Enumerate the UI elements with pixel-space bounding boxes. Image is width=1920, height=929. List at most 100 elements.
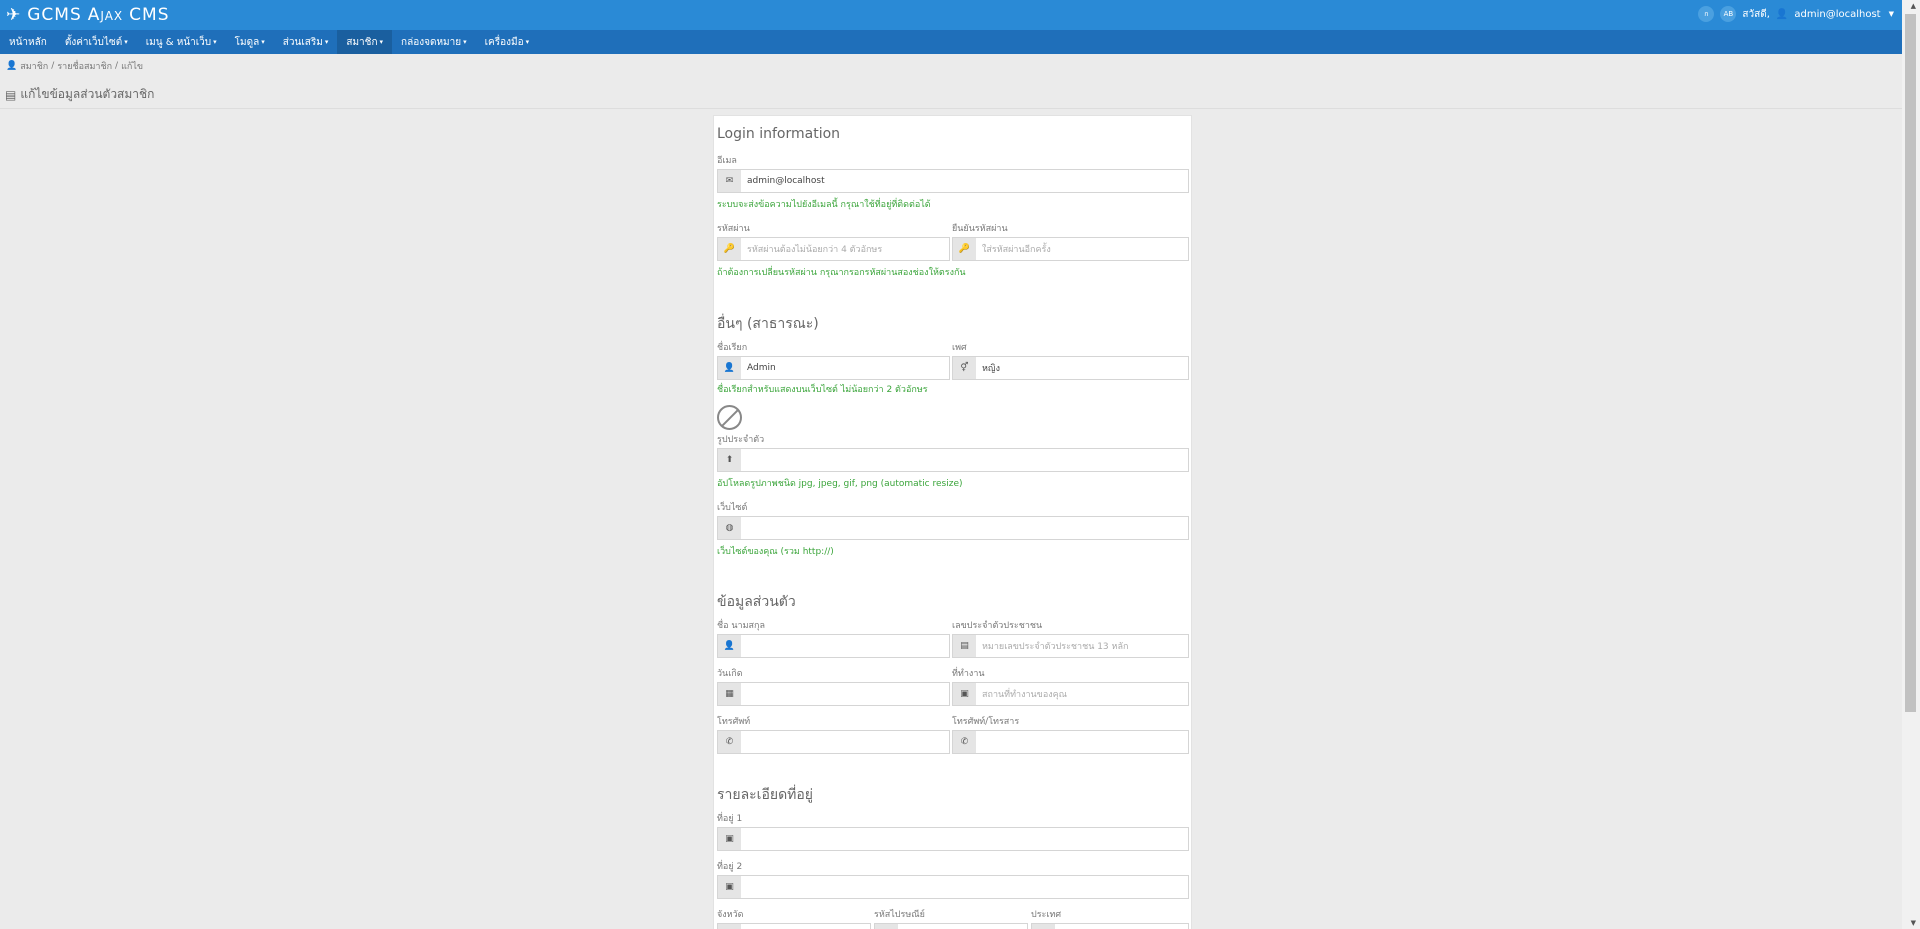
website-label: เว็บไซต์ xyxy=(717,503,748,513)
country-label: ประเทศ xyxy=(1031,910,1062,920)
upload-icon: ⬆ xyxy=(718,449,741,471)
nav-item-settings[interactable]: ตั้งค่าเว็บไซต์ ▾ xyxy=(56,30,137,54)
calendar-icon: ▦ xyxy=(718,683,741,705)
building-icon: ▣ xyxy=(718,828,741,850)
breadcrumb-edit: แก้ไข xyxy=(121,62,144,72)
mail-icon: ✉ xyxy=(875,924,898,929)
sex-select[interactable]: ⚥ หญิง xyxy=(952,356,1189,380)
top-right-menu: ก AB สวัสดี, 👤 admin@localhost ▼ xyxy=(1698,6,1894,22)
brand-name-prefix: GCMS xyxy=(27,5,82,25)
user-icon: 👤 xyxy=(718,635,741,657)
section-public-title: อื่นๆ (สาธารณะ) xyxy=(717,316,819,332)
fax-field[interactable]: ✆ xyxy=(952,730,1189,754)
user-icon: 👤 xyxy=(1775,8,1789,20)
envelope-icon: ✉ xyxy=(718,170,741,192)
member-form: Login information อีเมล ✉ admin@localhos… xyxy=(713,115,1192,929)
avatar-help: อัปโหลดรูปภาพชนิด jpg, jpeg, gif, png (a… xyxy=(717,479,963,489)
address1-label: ที่อยู่ 1 xyxy=(717,814,743,824)
section-address-title: รายละเอียดที่อยู่ xyxy=(717,787,814,803)
password-field[interactable]: 🔑 รหัสผ่านต้องไม่น้อยกว่า 4 ตัวอักษร xyxy=(717,237,950,261)
scrollbar-thumb[interactable] xyxy=(1905,14,1916,712)
breadcrumb: 👤 สมาชิก / รายชื่อสมาชิก / แก้ไข xyxy=(6,59,144,73)
breadcrumb-members[interactable]: สมาชิก xyxy=(20,59,48,73)
globe-icon: ◍ xyxy=(1032,924,1055,929)
address2-label: ที่อยู่ 2 xyxy=(717,862,743,872)
brand-logo[interactable]: ✈ GCMS Ajax CMS xyxy=(6,5,170,25)
repassword-placeholder: ใส่รหัสผ่านอีกครั้ง xyxy=(982,245,1051,255)
displayname-label: ชื่อเรียก xyxy=(717,343,748,353)
user-icon: 👤 xyxy=(718,357,741,379)
idcard-label: เลขประจำตัวประชาชน xyxy=(952,621,1043,631)
scroll-up-arrow[interactable]: ▲ xyxy=(1911,2,1916,10)
province-field[interactable]: ▣ xyxy=(717,923,871,929)
card-icon: ▤ xyxy=(953,635,976,657)
key-icon: 🔑 xyxy=(953,238,976,260)
building-icon: ▣ xyxy=(718,876,741,898)
language-button[interactable]: AB xyxy=(1720,6,1737,22)
company-placeholder: สถานที่ทำงานของคุณ xyxy=(982,690,1067,700)
top-bar: ✈ GCMS Ajax CMS ก AB สวัสดี, 👤 admin@loc… xyxy=(0,0,1902,30)
sex-value: หญิง xyxy=(982,364,1000,374)
sex-label: เพศ xyxy=(952,343,967,353)
nav-item-menus[interactable]: เมนู & หน้าเว็บ ▾ xyxy=(137,30,226,54)
avatar-placeholder xyxy=(717,405,742,430)
repassword-label: ยืนยันรหัสผ่าน xyxy=(952,224,1008,234)
company-label: ที่ทำงาน xyxy=(952,669,985,679)
email-label: อีเมล xyxy=(717,156,737,166)
repassword-field[interactable]: 🔑 ใส่รหัสผ่านอีกครั้ง xyxy=(952,237,1189,261)
nav-item-mailbox[interactable]: กล่องจดหมาย ▾ xyxy=(392,30,476,54)
displayname-field[interactable]: 👤 Admin xyxy=(717,356,950,380)
chevron-down-icon[interactable]: ▼ xyxy=(1889,10,1894,18)
password-label: รหัสผ่าน xyxy=(717,224,750,234)
user-icon: 👤 xyxy=(6,61,18,71)
email-help: ระบบจะส่งข้อความไปยังอีเมลนี้ กรุณาใช้ที… xyxy=(717,200,931,210)
birthday-label: วันเกิด xyxy=(717,669,743,679)
email-value: admin@localhost xyxy=(747,176,825,186)
brand-name-ajax: Ajax xyxy=(87,5,124,25)
fax-label: โทรศัพท์/โทรสาร xyxy=(952,717,1020,727)
zipcode-label: รหัสไปรษณีย์ xyxy=(874,910,925,920)
address2-field[interactable]: ▣ xyxy=(717,875,1189,899)
company-field[interactable]: ▣ สถานที่ทำงานของคุณ xyxy=(952,682,1189,706)
scroll-down-arrow[interactable]: ▼ xyxy=(1911,919,1916,927)
name-label: ชื่อ นามสกุล xyxy=(717,621,765,631)
avatar-upload-field[interactable]: ⬆ xyxy=(717,448,1189,472)
phone-icon: ✆ xyxy=(718,731,741,753)
breadcrumb-member-list[interactable]: รายชื่อสมาชิก xyxy=(57,59,112,73)
avatar-label: รูปประจำตัว xyxy=(717,435,765,445)
greeting-text: สวัสดี, xyxy=(1742,8,1770,20)
website-help: เว็บไซต์ของคุณ (รวม http://) xyxy=(717,547,834,557)
idcard-placeholder: หมายเลขประจำตัวประชาชน 13 หลัก xyxy=(982,642,1129,652)
displayname-help: ชื่อเรียกสำหรับแสดงบนเว็บไซต์ ไม่น้อยกว่… xyxy=(717,385,928,395)
nav-item-modules[interactable]: โมดูล ▾ xyxy=(226,30,274,54)
password-placeholder: รหัสผ่านต้องไม่น้อยกว่า 4 ตัวอักษร xyxy=(747,245,883,255)
nav-item-widgets[interactable]: ส่วนเสริม ▾ xyxy=(274,30,338,54)
password-help: ถ้าต้องการเปลี่ยนรหัสผ่าน กรุณากรอกรหัสผ… xyxy=(717,268,966,278)
country-field[interactable]: ◍ xyxy=(1031,923,1189,929)
displayname-value: Admin xyxy=(747,363,776,373)
website-field[interactable]: ◍ xyxy=(717,516,1189,540)
address1-field[interactable]: ▣ xyxy=(717,827,1189,851)
building-icon: ▣ xyxy=(953,683,976,705)
phone-icon: ✆ xyxy=(953,731,976,753)
nav-item-members[interactable]: สมาชิก ▾ xyxy=(337,30,393,54)
divider xyxy=(0,108,1902,109)
name-field[interactable]: 👤 xyxy=(717,634,950,658)
birthday-field[interactable]: ▦ xyxy=(717,682,950,706)
section-login-title: Login information xyxy=(717,126,841,142)
page-scrollbar[interactable]: ▲ ▼ xyxy=(1902,0,1920,929)
section-personal-title: ข้อมูลส่วนตัว xyxy=(717,594,796,610)
nav-item-tools[interactable]: เครื่องมือ ▾ xyxy=(476,30,538,54)
email-field[interactable]: ✉ admin@localhost xyxy=(717,169,1189,193)
nav-item-home[interactable]: หน้าหลัก xyxy=(0,30,56,54)
idcard-field[interactable]: ▤ หมายเลขประจำตัวประชาชน 13 หลัก xyxy=(952,634,1189,658)
province-label: จังหวัด xyxy=(717,910,744,920)
sex-icon: ⚥ xyxy=(953,357,976,379)
plane-icon: ✈ xyxy=(6,5,22,25)
user-menu[interactable]: admin@localhost xyxy=(1794,9,1880,20)
zipcode-field[interactable]: ✉ xyxy=(874,923,1028,929)
phone-field[interactable]: ✆ xyxy=(717,730,950,754)
map-icon: ▣ xyxy=(718,924,741,929)
font-size-button[interactable]: ก xyxy=(1698,6,1715,22)
profile-card-icon: ▤ xyxy=(5,87,17,102)
